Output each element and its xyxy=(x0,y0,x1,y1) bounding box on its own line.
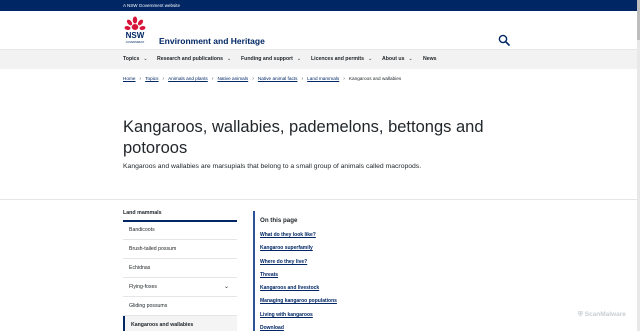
government-banner-text: A NSW Government website xyxy=(123,3,181,8)
sidenav-item-kangaroos-and-wallabies[interactable]: Kangaroos and wallabies xyxy=(123,316,237,331)
on-this-page-heading: On this page xyxy=(260,217,298,224)
government-banner: A NSW Government website xyxy=(0,0,640,11)
nav-item-label: Funding and support xyxy=(241,56,293,62)
chevron-down-icon[interactable]: ⌄ xyxy=(224,278,229,297)
sidenav-item-label: Echidnas xyxy=(129,265,151,271)
page-intro: Kangaroos and wallabies are marsupials t… xyxy=(123,163,422,170)
shield-icon: ⛨ xyxy=(578,311,583,318)
nav-item-research-and-publications[interactable]: Research and publications ⌄ xyxy=(157,50,231,69)
breadcrumb-link-animals-and-plants[interactable]: Animals and plants xyxy=(168,76,208,81)
breadcrumb-link-home[interactable]: Home xyxy=(123,76,136,81)
breadcrumb-link-native-animal-facts[interactable]: Native animal facts xyxy=(258,76,298,81)
breadcrumb-link-land-mammals[interactable]: Land mammals xyxy=(307,76,339,81)
chevron-right-icon: › xyxy=(139,76,142,82)
chevron-down-icon: ⌄ xyxy=(368,56,373,62)
on-this-page-link[interactable]: Living with kangaroos xyxy=(260,312,313,318)
chevron-down-icon: ⌄ xyxy=(227,56,232,62)
sidenav-title[interactable]: Land mammals xyxy=(123,210,162,216)
breadcrumb-link-native-animals[interactable]: Native animals xyxy=(217,76,248,81)
sidenav-item-brush-tailed-possum[interactable]: Brush-tailed possum xyxy=(123,240,237,259)
section-divider xyxy=(0,199,640,200)
nav-item-about-us[interactable]: About us ⌄ xyxy=(382,50,413,69)
sidenav-item-label: Gliding possums xyxy=(129,303,168,309)
sidenav-item-label: Kangaroos and wallabies xyxy=(131,322,194,328)
breadcrumb-current: Kangaroos and wallabies xyxy=(348,76,402,81)
site-header: NSW GOVERNMENT Environment and Heritage xyxy=(0,11,640,50)
watermark-text: ScanMalware xyxy=(584,311,626,318)
site-title[interactable]: Environment and Heritage xyxy=(159,36,265,46)
nav-item-label: About us xyxy=(382,56,405,62)
nsw-logo[interactable]: NSW GOVERNMENT xyxy=(123,16,147,48)
nav-item-label: Topics xyxy=(123,56,140,62)
sidenav-item-label: Brush-tailed possum xyxy=(129,246,177,252)
breadcrumb-link-topics[interactable]: Topics xyxy=(145,76,158,81)
on-this-page-link[interactable]: Managing kangaroo populations xyxy=(260,298,337,304)
sidenav-item-bandicoots[interactable]: Bandicoots xyxy=(123,221,237,240)
chevron-right-icon: › xyxy=(343,76,345,82)
chevron-down-icon: ⌄ xyxy=(408,56,413,62)
chevron-down-icon: ⌄ xyxy=(296,56,302,62)
sidenav-item-flying-foxes[interactable]: Flying-foxes ⌄ xyxy=(123,278,237,297)
nav-item-news[interactable]: News xyxy=(423,50,437,69)
chevron-down-icon: ⌄ xyxy=(143,56,148,62)
scanmalware-watermark: ⛨ ScanMalware xyxy=(578,311,626,319)
sidenav-item-echidnas[interactable]: Echidnas xyxy=(123,259,237,278)
on-this-page-link[interactable]: Where do they live? xyxy=(260,259,307,265)
svg-text:GOVERNMENT: GOVERNMENT xyxy=(126,40,145,44)
nav-item-label: Licences and permits xyxy=(311,56,365,62)
nav-item-label: Research and publications xyxy=(157,56,224,62)
nav-item-topics[interactable]: Topics ⌄ xyxy=(123,50,148,69)
chevron-right-icon: › xyxy=(301,76,304,82)
on-this-page-link[interactable]: Kangaroos and livestock xyxy=(260,285,319,291)
sidenav-item-gliding-possums[interactable]: Gliding possums xyxy=(123,297,237,316)
chevron-right-icon: › xyxy=(252,76,254,82)
search-icon[interactable] xyxy=(498,34,510,46)
nav-item-funding-and-support[interactable]: Funding and support ⌄ xyxy=(241,50,301,69)
on-this-page-link[interactable]: Download xyxy=(260,325,284,331)
svg-text:NSW: NSW xyxy=(126,31,145,40)
nav-item-label: News xyxy=(423,56,437,62)
chevron-right-icon: › xyxy=(211,76,214,82)
on-this-page: On this page What do they look like? Kan… xyxy=(253,211,373,331)
on-this-page-link[interactable]: Threats xyxy=(260,272,278,278)
on-this-page-link[interactable]: Kangaroo superfamily xyxy=(260,245,313,251)
on-this-page-link[interactable]: What do they look like? xyxy=(260,232,316,238)
nav-item-licences-and-permits[interactable]: Licences and permits ⌄ xyxy=(311,50,372,69)
main-navigation: Topics ⌄ Research and publications ⌄ Fundi… xyxy=(0,50,640,69)
page-title: Kangaroos, wallabies, pademelons, betton… xyxy=(123,118,484,157)
sidenav-item-label: Bandicoots xyxy=(129,227,155,233)
sidenav-item-label: Flying-foxes xyxy=(129,284,157,290)
chevron-right-icon: › xyxy=(162,76,165,82)
breadcrumb: Home › Topics › Animals and plants › Native an… xyxy=(123,76,401,82)
